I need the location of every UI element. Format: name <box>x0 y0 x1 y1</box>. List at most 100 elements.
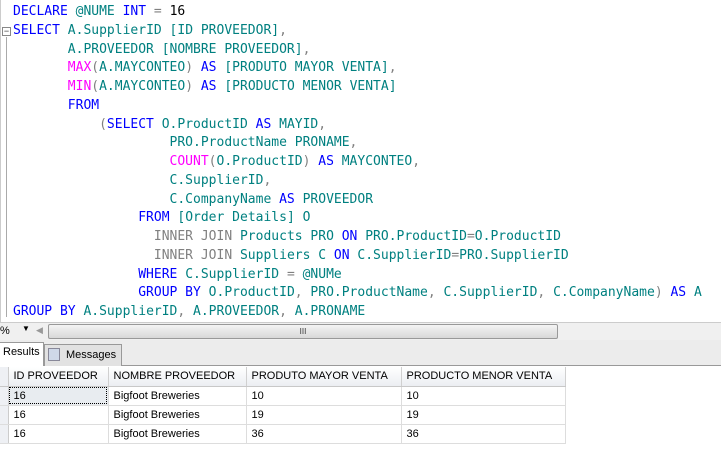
code-token: [PRODUCTO MENOR VENTA] <box>224 79 397 94</box>
code-line: INNER JOIN Suppliers C ON C.SupplierID=P… <box>13 247 702 266</box>
row-header-corner[interactable] <box>0 367 9 387</box>
code-token: O.ProductID <box>474 229 561 244</box>
zoom-dropdown[interactable]: % ▼ <box>0 324 30 339</box>
code-token: PROVEEDOR <box>302 191 374 207</box>
code-token: GROUP BY <box>13 285 209 301</box>
grid-cell[interactable]: Bigfoot Breweries <box>108 386 247 406</box>
tab-messages-label: Messages <box>66 349 117 361</box>
code-token: INNER JOIN <box>13 247 240 263</box>
tab-results-label: Results <box>3 346 40 358</box>
code-token: C.SupplierID <box>443 285 538 301</box>
scroll-left-icon[interactable]: ◀ <box>36 325 43 336</box>
table-row: 16 Bigfoot Breweries 19 19 <box>0 405 566 425</box>
code-line: MAX(A.MAYCONTEO) AS [PRODUTO MAYOR VENTA… <box>13 59 702 78</box>
messages-icon <box>48 348 60 361</box>
editor-bottom-bar: % ▼ ◀ III <box>0 322 721 340</box>
code-token: = <box>286 266 303 282</box>
code-line: (SELECT O.ProductID AS MAYID, <box>13 116 702 135</box>
row-header[interactable] <box>0 405 9 425</box>
code-token: C.CompanyName <box>13 191 280 207</box>
code-token: MAX <box>13 60 92 76</box>
grid-cell[interactable]: 19 <box>246 405 402 425</box>
chevron-down-icon: ▼ <box>22 324 30 333</box>
code-line: COUNT(O.ProductID) AS MAYCONTEO, <box>13 153 702 172</box>
code-token: PRO.ProductName PRONAME <box>13 135 350 151</box>
code-token: A.PRONAME <box>294 304 366 319</box>
column-header[interactable]: PRODUTO MAYOR VENTA <box>246 367 402 387</box>
grid-cell[interactable]: 16 <box>8 386 109 406</box>
code-token: , <box>177 304 194 319</box>
code-token: = <box>451 247 460 263</box>
code-line: MIN(A.MAYCONTEO) AS [PRODUCTO MENOR VENT… <box>13 78 702 97</box>
code-token: GROUP BY <box>13 304 84 319</box>
code-token: A <box>693 285 702 301</box>
code-token: AS <box>279 191 303 207</box>
code-token: , <box>279 304 295 319</box>
code-token: COUNT <box>13 154 209 169</box>
code-line: C.SupplierID, <box>13 172 702 191</box>
code-token: C.SupplierID <box>13 172 264 188</box>
code-token: , <box>412 154 421 169</box>
code-token: WHERE <box>13 266 186 282</box>
code-token: ON <box>333 247 358 263</box>
code-token: = <box>466 229 475 244</box>
grid-cell[interactable]: Bigfoot Breweries <box>108 405 247 425</box>
code-token: , <box>349 135 358 151</box>
results-grid: ID PROVEEDOR NOMBRE PROVEEDOR PRODUTO MA… <box>0 367 721 451</box>
code-token: AS <box>200 79 225 94</box>
code-token: PRO.ProductID <box>365 229 467 244</box>
code-token: Products PRO <box>239 229 342 244</box>
code-token: , <box>279 22 287 38</box>
code-token: AS <box>255 116 280 132</box>
code-token: C.SupplierID <box>185 266 287 282</box>
column-header[interactable]: NOMBRE PROVEEDOR <box>108 367 247 387</box>
column-header[interactable]: PRODUCTO MENOR VENTA <box>401 367 566 387</box>
code-token: O.ProductID <box>208 285 295 301</box>
outline-line <box>6 37 7 317</box>
sql-editor[interactable]: − DECLARE @NUME INT = 16 SELECT A.Supplie… <box>0 0 721 322</box>
code-token: , <box>388 60 397 76</box>
code-token: PRO.ProductName <box>310 285 428 301</box>
code-token: DECLARE <box>13 4 76 19</box>
code-token: , <box>302 41 311 57</box>
grid-cell[interactable]: 16 <box>8 405 109 425</box>
grid-cell[interactable]: 10 <box>246 386 402 406</box>
code-token: ( <box>208 154 217 169</box>
code-token: Suppliers C <box>239 247 334 263</box>
grid-cell[interactable]: 36 <box>401 424 566 444</box>
horizontal-scrollbar-thumb[interactable]: III <box>48 324 558 339</box>
code-token: MAYID <box>279 116 319 132</box>
code-line: FROM [Order Details] O <box>13 209 702 228</box>
code-token: A.PROVEEDOR [NOMBRE PROVEEDOR] <box>13 41 303 57</box>
code-token: ON <box>341 229 366 244</box>
code-token: ) <box>185 79 201 94</box>
code-token: INNER JOIN <box>13 229 240 244</box>
code-token: ) <box>654 285 671 301</box>
code-token: C.CompanyName <box>553 285 655 301</box>
code-token: AS <box>670 285 694 301</box>
code-line: FROM <box>13 97 702 116</box>
tab-results[interactable]: Results <box>0 342 44 366</box>
grid-cell[interactable]: 19 <box>401 405 566 425</box>
code-token: A.SupplierID [ID PROVEEDOR] <box>67 22 280 38</box>
grid-cell[interactable]: 36 <box>246 424 402 444</box>
grid-cell[interactable]: 16 <box>8 424 109 444</box>
tab-messages[interactable]: Messages <box>44 344 122 366</box>
code-area[interactable]: DECLARE @NUME INT = 16 SELECT A.SupplierI… <box>13 3 702 322</box>
code-token: , <box>427 285 444 301</box>
code-token: ) <box>185 60 201 76</box>
row-header[interactable] <box>0 386 9 406</box>
grid-cell[interactable]: 10 <box>401 386 566 406</box>
code-line: A.PROVEEDOR [NOMBRE PROVEEDOR], <box>13 41 702 60</box>
row-header[interactable] <box>0 424 9 444</box>
code-token: , <box>537 285 554 301</box>
code-line: DECLARE @NUME INT = 16 <box>13 3 702 22</box>
code-token: SELECT <box>106 116 162 132</box>
collapse-icon[interactable]: − <box>2 27 11 36</box>
code-token: A.SupplierID <box>83 304 178 319</box>
code-token: , <box>263 172 272 188</box>
grid-cell[interactable]: Bigfoot Breweries <box>108 424 247 444</box>
code-token: ) <box>302 154 319 169</box>
code-token: MAYCONTEO <box>341 154 413 169</box>
column-header[interactable]: ID PROVEEDOR <box>8 367 109 387</box>
